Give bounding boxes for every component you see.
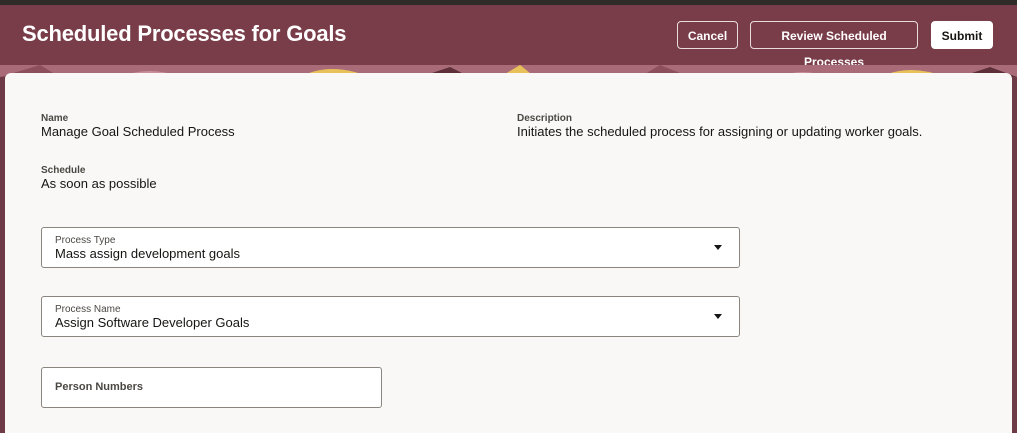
chevron-down-icon[interactable] — [714, 314, 722, 319]
schedule-label: Schedule — [41, 165, 86, 176]
person-numbers-placeholder: Person Numbers — [55, 381, 144, 393]
submit-button[interactable]: Submit — [931, 21, 993, 49]
process-name-select[interactable]: Process Name Assign Software Developer G… — [41, 296, 740, 337]
process-type-label: Process Type — [55, 235, 116, 246]
name-value: Manage Goal Scheduled Process — [41, 124, 235, 139]
process-type-value: Mass assign development goals — [55, 246, 240, 261]
chevron-down-icon[interactable] — [714, 245, 722, 250]
process-type-select[interactable]: Process Type Mass assign development goa… — [41, 227, 740, 268]
page-title: Scheduled Processes for Goals — [22, 21, 347, 46]
description-label: Description — [517, 113, 573, 124]
schedule-value: As soon as possible — [41, 176, 157, 191]
person-numbers-input[interactable]: Person Numbers — [41, 367, 382, 408]
process-name-label: Process Name — [55, 304, 121, 315]
page-header: Scheduled Processes for Goals Cancel Rev… — [0, 5, 1017, 69]
cancel-button[interactable]: Cancel — [677, 21, 738, 49]
process-name-value: Assign Software Developer Goals — [55, 315, 250, 330]
name-label: Name — [41, 113, 69, 124]
description-value: Initiates the scheduled process for assi… — [517, 124, 923, 139]
review-scheduled-processes-button[interactable]: Review Scheduled Processes — [750, 21, 918, 69]
form-panel: Name Manage Goal Scheduled Process Descr… — [5, 73, 1012, 433]
